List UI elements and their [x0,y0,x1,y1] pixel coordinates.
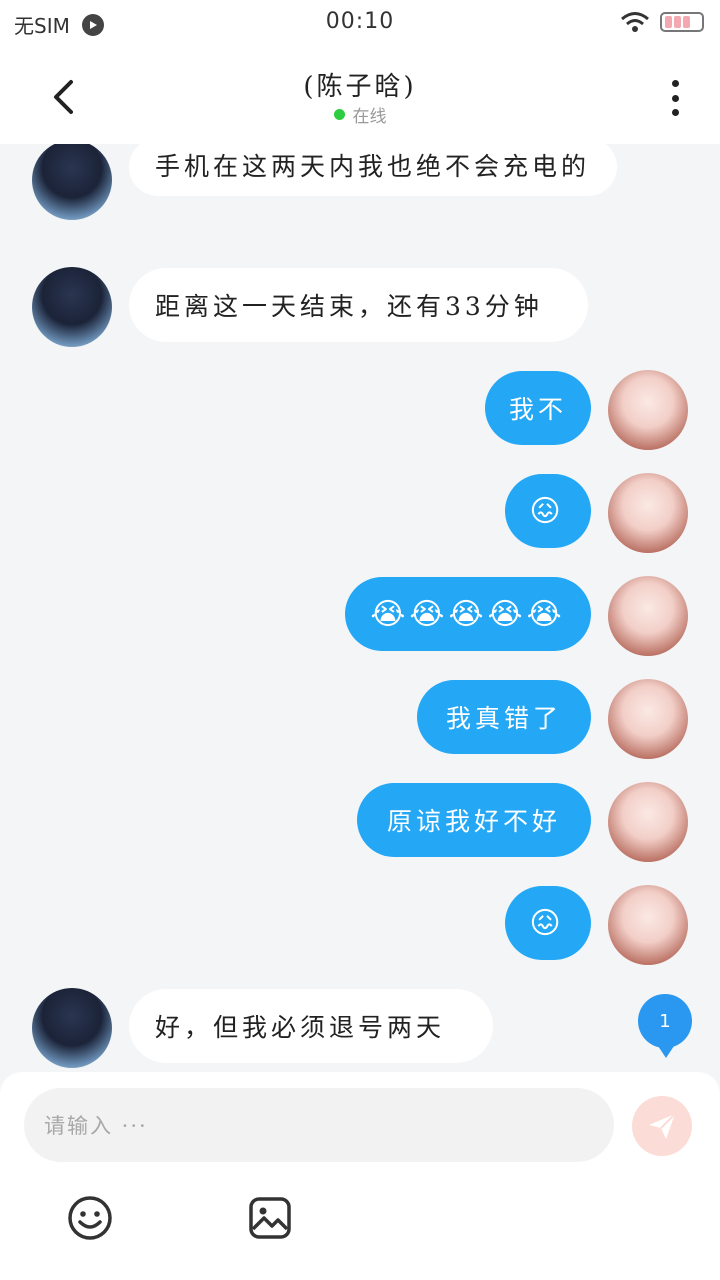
image-button[interactable] [246,1194,294,1242]
message-bubble-incoming[interactable]: 距离这一天结束，还有33分钟 [129,268,588,342]
online-label: 在线 [352,107,387,127]
new-message-badge[interactable]: 1 [638,994,692,1058]
message-bubble-outgoing[interactable]: 😭😭😭😭😭 [345,577,591,651]
message-list[interactable]: 手机在这两天内我也绝不会充电的 距离这一天结束，还有33分钟 我不 😖 😭😭😭😭… [0,144,720,1072]
message-bubble-outgoing[interactable]: 我真错了 [417,680,591,754]
my-avatar[interactable] [608,679,688,759]
contact-avatar[interactable] [32,144,112,220]
contact-avatar[interactable] [32,988,112,1068]
contact-name: (陈子晗) [303,72,417,102]
message-bubble-incoming[interactable]: 好，但我必须退号两天 [129,989,493,1063]
contact-avatar[interactable] [32,267,112,347]
message-bubble-outgoing[interactable]: 原谅我好不好 [357,783,591,857]
send-icon [649,1113,676,1139]
my-avatar[interactable] [608,576,688,656]
composer: 请输入 ··· [0,1072,720,1280]
message-bubble-outgoing[interactable]: 😖 [505,886,591,960]
online-status: 在线 [0,102,720,127]
online-dot [333,109,345,120]
message-bubble-incoming[interactable]: 手机在这两天内我也绝不会充电的 [129,144,617,196]
image-icon [249,1197,291,1239]
emoji-button[interactable] [66,1194,114,1242]
wifi-icon [621,12,649,32]
more-vertical-icon [671,80,679,87]
more-options-button[interactable] [660,76,690,120]
message-bubble-outgoing[interactable]: 我不 [485,371,591,445]
emoji-icon [68,1196,112,1240]
chat-header: (陈子晗) 在线 [0,46,720,144]
my-avatar[interactable] [608,473,688,553]
my-avatar[interactable] [608,782,688,862]
message-bubble-outgoing[interactable]: 😖 [505,474,591,548]
send-button[interactable] [632,1096,692,1156]
battery-icon [660,12,704,32]
my-avatar[interactable] [608,885,688,965]
clock: 00:10 [325,9,395,34]
status-right [620,11,704,33]
status-bar: 无SIM 00:10 [0,0,720,46]
my-avatar[interactable] [608,370,688,450]
message-input[interactable]: 请输入 ··· [24,1088,614,1162]
